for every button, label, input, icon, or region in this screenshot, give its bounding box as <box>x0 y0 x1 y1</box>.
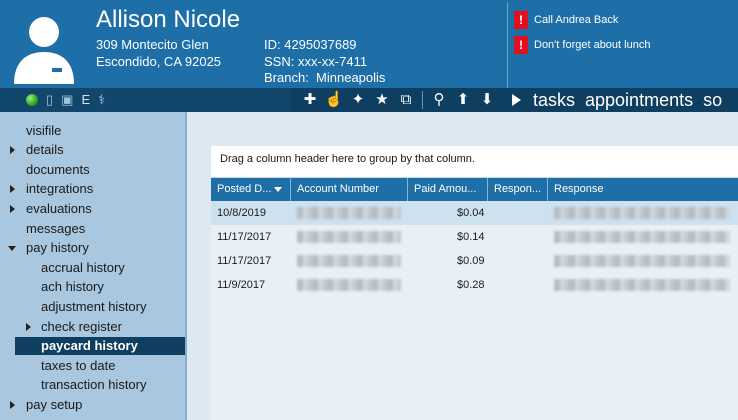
main-content: Drag a column header here to group by th… <box>187 112 738 420</box>
table-row[interactable]: 11/9/2017 $0.28 <box>211 273 738 297</box>
table-row[interactable]: 11/17/2017 $0.09 <box>211 249 738 273</box>
sidebar-item-adjustment-history[interactable]: adjustment history <box>41 298 147 316</box>
column-header-response-code[interactable]: Respon... <box>488 178 548 201</box>
alert-icon: ! <box>514 11 528 29</box>
employee-id: ID: 4295037689 <box>264 37 357 52</box>
column-header-account-number[interactable]: Account Number <box>291 178 408 201</box>
caret-right-icon[interactable] <box>10 185 15 193</box>
nav-tabs: tasks appointments so <box>512 88 722 112</box>
table-row[interactable]: 10/8/2019 $0.04 <box>211 201 738 225</box>
status-online-icon[interactable] <box>26 94 38 106</box>
employee-address-line2: Escondido, CA 92025 <box>96 54 222 69</box>
sidebar-item-check-register[interactable]: check register <box>0 318 186 336</box>
search-icon[interactable]: ⚲ <box>429 90 449 110</box>
grid-header: Posted D... Account Number Paid Amou... … <box>211 178 738 201</box>
star-icon[interactable]: ★ <box>372 90 392 110</box>
cell-paid-amount: $0.09 <box>457 255 485 267</box>
cell-posted-date: 10/8/2019 <box>217 207 266 219</box>
cell-paid-amount: $0.14 <box>457 231 485 243</box>
employee-name: Allison Nicole <box>96 6 241 33</box>
toolbar-actions: ✚ ☝ ✦ ★ ⧉ ⚲ ⬆ ⬇ <box>300 90 497 110</box>
employee-ssn: SSN: xxx-xx-7411 <box>264 54 368 69</box>
sidebar-item-details[interactable]: details <box>0 141 186 159</box>
caret-right-icon[interactable] <box>10 401 15 409</box>
toolbar-separator <box>422 91 423 109</box>
alert-icon: ! <box>514 36 528 54</box>
employee-header: Allison Nicole 309 Montecito Glen Escond… <box>0 0 738 88</box>
column-header-response[interactable]: Response <box>548 178 738 201</box>
external-link-icon[interactable]: ⧉ <box>396 90 416 110</box>
redacted-account-number <box>297 279 401 291</box>
puzzle-icon[interactable]: ✦ <box>348 90 368 110</box>
sidebar-item-messages[interactable]: messages <box>26 220 85 238</box>
group-by-drop-area[interactable]: Drag a column header here to group by th… <box>211 146 738 178</box>
sidebar-item-ach-history[interactable]: ach history <box>41 278 104 296</box>
sidebar-item-evaluations[interactable]: evaluations <box>0 200 186 218</box>
toolbar-left-section: ▯ ▣ E ⚕ <box>0 88 290 112</box>
arrow-up-icon[interactable]: ⬆ <box>453 90 473 110</box>
arrow-down-icon[interactable]: ⬇ <box>477 90 497 110</box>
branch-label: Branch: <box>264 70 309 85</box>
sort-desc-icon <box>274 186 283 192</box>
alert-text: Call Andrea Back <box>534 14 619 26</box>
employee-avatar-icon <box>14 17 74 84</box>
alerts-list: ! Call Andrea Back ! Don't forget about … <box>514 10 650 60</box>
e-icon[interactable]: E <box>81 91 90 109</box>
sidebar-item-integrations[interactable]: integrations <box>0 180 186 198</box>
table-row[interactable]: 11/17/2017 $0.14 <box>211 225 738 249</box>
add-icon[interactable]: ✚ <box>300 90 320 110</box>
header-divider <box>507 2 508 88</box>
redacted-response <box>554 255 730 267</box>
redacted-response <box>554 231 730 243</box>
branch-value: Minneapolis <box>316 70 386 85</box>
sidebar-item-transaction-history[interactable]: transaction history <box>41 376 147 394</box>
alert-text: Don't forget about lunch <box>534 39 651 51</box>
tab-tasks[interactable]: tasks <box>533 90 575 111</box>
sidebar-item-visifile[interactable]: visifile <box>26 122 61 140</box>
toolbar: ▯ ▣ E ⚕ ✚ ☝ ✦ ★ ⧉ ⚲ ⬆ ⬇ tasks appointmen… <box>0 88 738 112</box>
sidebar-item-documents[interactable]: documents <box>26 161 90 179</box>
redacted-account-number <box>297 231 401 243</box>
sidebar-item-accrual-history[interactable]: accrual history <box>41 259 125 277</box>
pointer-icon[interactable]: ☝ <box>324 90 344 110</box>
caret-right-icon[interactable] <box>10 146 15 154</box>
redacted-response <box>554 207 730 219</box>
caret-down-icon[interactable] <box>8 246 16 251</box>
play-icon[interactable] <box>512 94 521 106</box>
tab-more[interactable]: so <box>703 90 722 111</box>
id-card-icon[interactable]: ▣ <box>61 91 73 109</box>
column-header-posted-date[interactable]: Posted D... <box>211 178 291 201</box>
sidebar-nav: visifile details documents integrations … <box>0 112 186 420</box>
alert-item[interactable]: ! Don't forget about lunch <box>514 35 650 55</box>
cell-posted-date: 11/9/2017 <box>217 279 266 291</box>
cell-paid-amount: $0.28 <box>457 279 485 291</box>
cell-posted-date: 11/17/2017 <box>217 255 272 267</box>
redacted-account-number <box>297 255 401 267</box>
paycard-history-grid: Drag a column header here to group by th… <box>211 146 738 420</box>
sidebar-item-taxes-to-date[interactable]: taxes to date <box>41 357 115 375</box>
alert-item[interactable]: ! Call Andrea Back <box>514 10 650 30</box>
cell-paid-amount: $0.04 <box>457 207 485 219</box>
employee-address-line1: 309 Montecito Glen <box>96 37 209 52</box>
caret-right-icon[interactable] <box>26 323 31 331</box>
caduceus-icon[interactable]: ⚕ <box>98 91 105 109</box>
phone-icon[interactable]: ▯ <box>46 91 53 109</box>
sidebar-item-pay-setup[interactable]: pay setup <box>0 396 186 414</box>
sidebar-item-paycard-history[interactable]: paycard history <box>15 337 186 355</box>
redacted-response <box>554 279 730 291</box>
caret-right-icon[interactable] <box>10 205 15 213</box>
employee-branch: Branch: Minneapolis <box>264 70 385 85</box>
column-header-paid-amount[interactable]: Paid Amou... <box>408 178 488 201</box>
redacted-account-number <box>297 207 401 219</box>
sidebar-item-pay-history[interactable]: pay history <box>0 239 186 257</box>
cell-posted-date: 11/17/2017 <box>217 231 272 243</box>
tab-appointments[interactable]: appointments <box>585 90 693 111</box>
